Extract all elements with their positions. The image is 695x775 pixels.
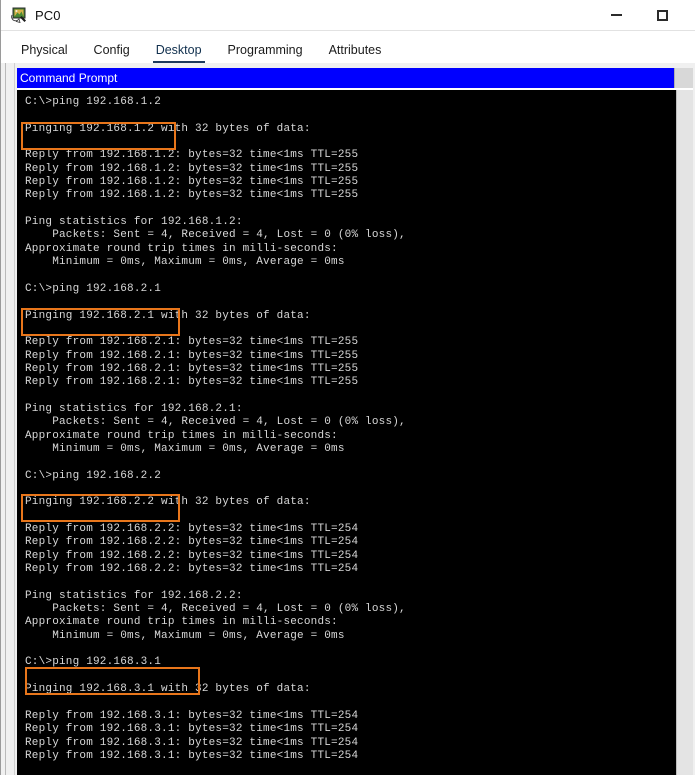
maximize-button[interactable] [639, 1, 685, 30]
console-line: Pinging 192.168.3.1 with 32 bytes of dat… [25, 683, 311, 696]
maximize-icon [656, 9, 668, 21]
console-line: C:\>ping 192.168.2.1 [25, 282, 162, 295]
console-line: Packets: Sent = 4, Received = 4, Lost = … [25, 416, 406, 429]
console-line: Pinging 192.168.2.1 with 32 bytes of dat… [25, 309, 311, 322]
console-line: Pinging 192.168.2.2 with 32 bytes of dat… [25, 496, 311, 509]
console-line: C:\>ping 192.168.2.2 [25, 469, 162, 482]
console-line: Approximate round trip times in milli-se… [25, 616, 338, 629]
window-left-border [1, 63, 15, 775]
console-line: Minimum = 0ms, Maximum = 0ms, Average = … [25, 629, 345, 642]
console-line: Reply from 192.168.2.2: bytes=32 time<1m… [25, 549, 359, 562]
console-line: Reply from 192.168.1.2: bytes=32 time<1m… [25, 149, 359, 162]
console-line: Pinging 192.168.1.2 with 32 bytes of dat… [25, 122, 311, 135]
console-line: Approximate round trip times in milli-se… [25, 242, 338, 255]
command-prompt-titlebar-row: Command Prompt [17, 68, 693, 88]
tab-physical[interactable]: Physical [21, 43, 68, 63]
console-line: Reply from 192.168.3.1: bytes=32 time<1m… [25, 723, 359, 736]
command-prompt-titlebar-filler [674, 68, 693, 88]
packet-tracer-device-icon [11, 7, 27, 23]
tab-programming[interactable]: Programming [228, 43, 303, 63]
window-titlebar: PC0 [1, 0, 695, 31]
console-line: Reply from 192.168.3.1: bytes=32 time<1m… [25, 749, 359, 762]
console-line: Minimum = 0ms, Maximum = 0ms, Average = … [25, 256, 345, 269]
console-line: Packets: Sent = 4, Received = 4, Lost = … [25, 229, 406, 242]
console-line: Reply from 192.168.3.1: bytes=32 time<1m… [25, 709, 359, 722]
console-line: Reply from 192.168.3.1: bytes=32 time<1m… [25, 736, 359, 749]
console-line: Approximate round trip times in milli-se… [25, 429, 338, 442]
console-line: Reply from 192.168.2.2: bytes=32 time<1m… [25, 563, 359, 576]
minimize-icon [610, 14, 622, 16]
minimize-button[interactable] [593, 1, 639, 30]
console-line: Minimum = 0ms, Maximum = 0ms, Average = … [25, 442, 345, 455]
console-line: Ping statistics for 192.168.2.2: [25, 589, 243, 602]
console-output[interactable]: C:\>ping 192.168.1.2 Pinging 192.168.1.2… [17, 90, 676, 775]
console-line: Reply from 192.168.1.2: bytes=32 time<1m… [25, 176, 359, 189]
console-line: Reply from 192.168.2.2: bytes=32 time<1m… [25, 536, 359, 549]
console-line: Reply from 192.168.2.1: bytes=32 time<1m… [25, 336, 359, 349]
console-line: C:\>ping 192.168.1.2 [25, 96, 162, 108]
command-prompt-window: Command Prompt C:\>ping 192.168.1.2 Ping… [17, 68, 693, 775]
console-line: Reply from 192.168.2.1: bytes=32 time<1m… [25, 349, 359, 362]
window-title: PC0 [35, 7, 61, 23]
tab-attributes[interactable]: Attributes [329, 43, 382, 63]
console-line: Reply from 192.168.1.2: bytes=32 time<1m… [25, 162, 359, 175]
console-line: Ping statistics for 192.168.1.2: [25, 216, 243, 229]
tab-config[interactable]: Config [94, 43, 130, 63]
console-line: Reply from 192.168.1.2: bytes=32 time<1m… [25, 189, 359, 202]
console-line: Ping statistics for 192.168.2.1: [25, 402, 243, 415]
desktop-panel: Command Prompt C:\>ping 192.168.1.2 Ping… [1, 63, 695, 775]
console-line: C:\>ping 192.168.3.1 [25, 656, 162, 669]
console-line: Reply from 192.168.2.1: bytes=32 time<1m… [25, 362, 359, 375]
tab-desktop[interactable]: Desktop [152, 43, 205, 63]
device-tabs: Physical Config Desktop Programming Attr… [1, 31, 695, 63]
console-line: Reply from 192.168.2.1: bytes=32 time<1m… [25, 376, 359, 389]
pc0-window: PC0 Physical Config Desktop Programming … [0, 0, 695, 775]
console-scrollbar[interactable] [676, 90, 693, 775]
console-area: C:\>ping 192.168.1.2 Pinging 192.168.1.2… [17, 90, 693, 775]
console-line: Reply from 192.168.2.2: bytes=32 time<1m… [25, 523, 359, 535]
console-line: Packets: Sent = 4, Received = 4, Lost = … [25, 603, 406, 616]
command-prompt-title: Command Prompt [17, 68, 674, 88]
